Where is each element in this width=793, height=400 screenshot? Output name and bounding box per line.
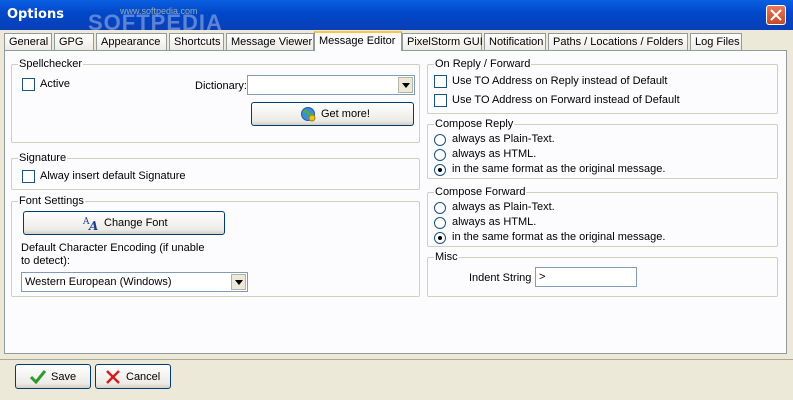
close-icon: [770, 9, 782, 21]
active-checkbox[interactable]: [22, 78, 35, 91]
compose-reply-group: Compose Reply always as Plain-Text. alwa…: [427, 118, 778, 179]
compose-forward-title: Compose Forward: [434, 186, 527, 198]
cancel-button[interactable]: Cancel: [95, 364, 171, 389]
signature-group: Signature Alway insert default Signature: [11, 152, 420, 190]
tab-general[interactable]: General: [4, 33, 52, 50]
font-icon: A A: [83, 217, 98, 231]
tab-pixelstorm-gui[interactable]: PixelStorm GUI: [402, 33, 483, 50]
misc-group: Misc Indent String >: [427, 251, 778, 297]
spellchecker-group: Spellchecker Active Dictionary: Get more…: [11, 58, 420, 143]
active-label: Active: [40, 78, 70, 90]
reply-same-format-label: in the same format as the original messa…: [452, 163, 666, 175]
tab-message-viewer[interactable]: Message Viewer: [226, 33, 314, 50]
tab-strip: General GPG Appearance Shortcuts Message…: [4, 31, 789, 51]
encoding-select[interactable]: Western European (Windows): [21, 272, 248, 292]
forward-to-address-checkbox[interactable]: [434, 94, 447, 107]
compose-forward-group: Compose Forward always as Plain-Text. al…: [427, 186, 778, 247]
tab-panel: Spellchecker Active Dictionary: Get more…: [4, 50, 787, 354]
indent-string-input[interactable]: >: [535, 267, 637, 287]
close-button[interactable]: [766, 5, 786, 25]
dictionary-label: Dictionary:: [195, 80, 247, 92]
cancel-x-icon: [106, 370, 120, 384]
insert-signature-label: Alway insert default Signature: [40, 170, 186, 182]
tab-notification[interactable]: Notification: [484, 33, 546, 50]
forward-html-label: always as HTML.: [452, 216, 537, 228]
save-button[interactable]: Save: [15, 364, 91, 389]
reply-html-label: always as HTML.: [452, 148, 537, 160]
reply-to-address-label: Use TO Address on Reply instead of Defau…: [452, 75, 668, 87]
dictionary-select[interactable]: [247, 75, 415, 95]
indent-string-label: Indent String: [469, 272, 532, 284]
forward-plain-text-radio[interactable]: [434, 202, 446, 214]
get-more-label: Get more!: [321, 108, 370, 120]
forward-same-format-label: in the same format as the original messa…: [452, 231, 666, 243]
watermark-url: www.softpedia.com: [120, 6, 198, 16]
forward-html-radio[interactable]: [434, 217, 446, 229]
compose-reply-title: Compose Reply: [434, 118, 515, 130]
reply-same-format-radio[interactable]: [434, 164, 446, 176]
insert-signature-checkbox[interactable]: [22, 170, 35, 183]
tab-paths-locations-folders[interactable]: Paths / Locations / Folders: [548, 33, 688, 50]
globe-icon: [301, 107, 316, 122]
forward-to-address-label: Use TO Address on Forward instead of Def…: [452, 94, 680, 106]
encoding-dropdown-button[interactable]: [231, 274, 246, 290]
signature-title: Signature: [18, 152, 68, 164]
tab-log-files[interactable]: Log Files: [690, 33, 742, 50]
tab-appearance[interactable]: Appearance: [96, 33, 167, 50]
indent-string-value: >: [539, 271, 546, 283]
chevron-down-icon: [402, 83, 410, 88]
reply-plain-text-label: always as Plain-Text.: [452, 133, 555, 145]
checkmark-icon: [30, 370, 46, 384]
tab-shortcuts[interactable]: Shortcuts: [169, 33, 224, 50]
reply-forward-title: On Reply / Forward: [434, 58, 532, 70]
tab-gpg[interactable]: GPG: [54, 33, 94, 50]
encoding-label-line2: to detect):: [21, 255, 70, 267]
title-bar: Options SOFTPEDIA www.softpedia.com: [0, 0, 793, 35]
footer-divider: [0, 359, 793, 360]
change-font-label: Change Font: [104, 217, 168, 229]
tab-message-editor[interactable]: Message Editor: [314, 31, 402, 51]
reply-html-radio[interactable]: [434, 149, 446, 161]
svg-text:A: A: [88, 219, 98, 231]
spellchecker-title: Spellchecker: [18, 58, 83, 70]
reply-forward-group: On Reply / Forward Use TO Address on Rep…: [427, 58, 778, 114]
encoding-value: Western European (Windows): [25, 276, 172, 288]
misc-title: Misc: [434, 251, 459, 263]
get-more-button[interactable]: Get more!: [251, 102, 414, 126]
dictionary-dropdown-button[interactable]: [398, 77, 413, 93]
font-settings-title: Font Settings: [18, 195, 85, 207]
save-label: Save: [51, 371, 77, 383]
forward-plain-text-label: always as Plain-Text.: [452, 201, 555, 213]
window-title: Options: [7, 7, 64, 22]
reply-plain-text-radio[interactable]: [434, 134, 446, 146]
chevron-down-icon: [235, 280, 243, 285]
forward-same-format-radio[interactable]: [434, 232, 446, 244]
reply-to-address-checkbox[interactable]: [434, 75, 447, 88]
cancel-label: Cancel: [126, 371, 161, 383]
change-font-button[interactable]: A A Change Font: [23, 211, 225, 235]
font-settings-group: Font Settings A A Change Font Default Ch…: [11, 195, 420, 297]
encoding-label-line1: Default Character Encoding (if unable: [21, 242, 205, 254]
